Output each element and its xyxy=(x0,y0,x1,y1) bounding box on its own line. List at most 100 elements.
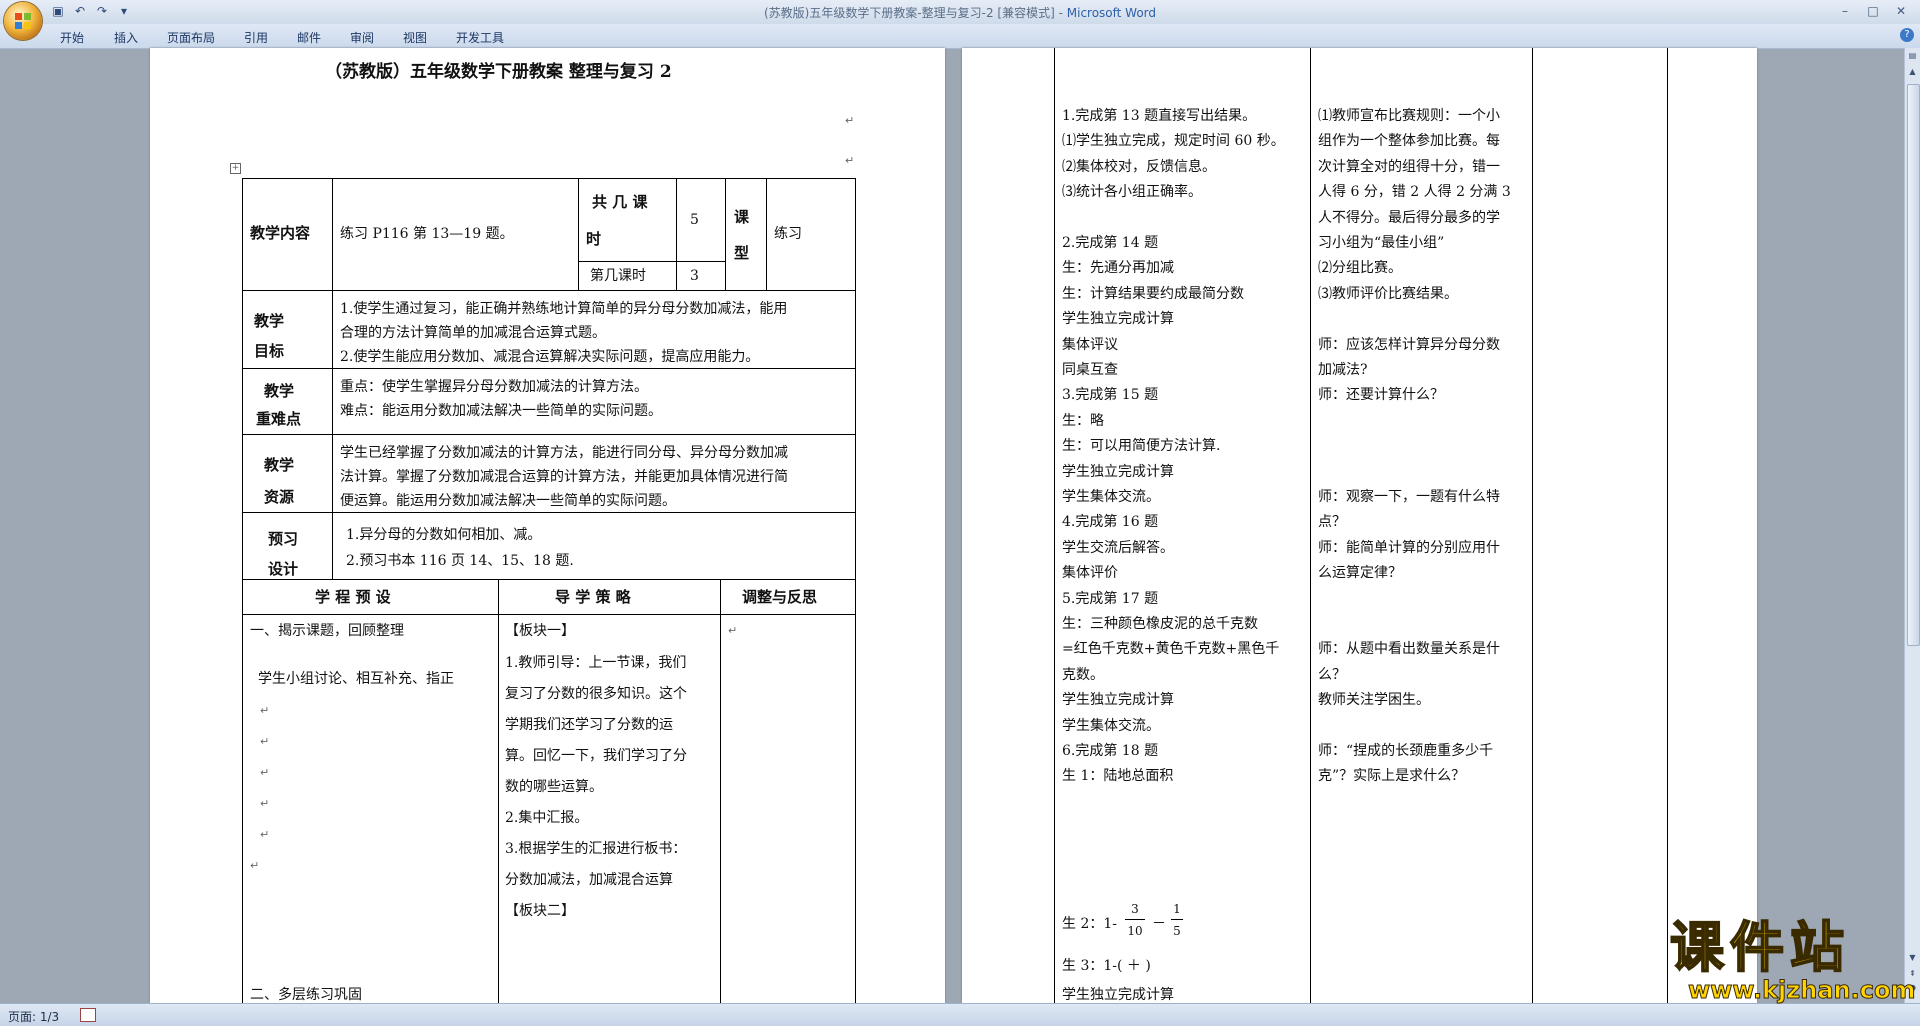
guide-line: 师：还要计算什么？ xyxy=(1318,387,1444,404)
key-points-label: 教学 xyxy=(264,382,295,400)
guide-line: 师：观察一下，一题有什么特 xyxy=(1318,489,1500,505)
guide-line: 算。回忆一下，我们学习了分 xyxy=(505,748,687,764)
table-border xyxy=(242,368,855,369)
lesson-number-value: 3 xyxy=(690,268,699,284)
maximize-button[interactable]: □ xyxy=(1860,2,1886,20)
fraction-1-denominator: 10 xyxy=(1127,924,1143,938)
process-line: 生：三种颜色橡皮泥的总千克数 xyxy=(1062,616,1258,632)
preview-label: 预习 xyxy=(268,530,299,548)
table-move-handle-icon[interactable]: + xyxy=(230,163,241,174)
watermark-url: www.kjzhan.com xyxy=(1687,976,1916,1005)
page-count[interactable]: 页面: 1/3 xyxy=(8,1008,59,1025)
guide-line: 组作为一个整体参加比赛。每 xyxy=(1318,133,1500,150)
guide-line: ⑶教师评价比赛结果。 xyxy=(1318,285,1458,302)
paragraph-mark: ↵ xyxy=(845,114,855,127)
title-bar: ▣ ↶ ↷ ▾ (苏教版)五年级数学下册教案-整理与复习-2 [兼容模式] - … xyxy=(0,0,1920,25)
proofing-status-icon[interactable] xyxy=(80,1008,96,1022)
goal-line: 合理的方法计算简单的加减混合运算式题。 xyxy=(340,325,606,341)
lesson-type-label: 课 xyxy=(734,208,750,226)
guide-header: 导 学 策 略 xyxy=(555,588,631,606)
lesson-type-value: 练习 xyxy=(774,226,802,242)
process-line: 学生集体交流。 xyxy=(1062,489,1160,505)
process-line: 学生独立完成计算 xyxy=(1062,463,1174,480)
paragraph-mark: ↵ xyxy=(250,859,260,872)
guide-line: 人不得分。最后得分最多的学 xyxy=(1318,209,1500,226)
process-line: 学生小组讨论、相互补充、指正 xyxy=(258,671,454,687)
site-watermark-logo: 课件站 www.kjzhan.com xyxy=(1669,917,1916,1005)
tab-references[interactable]: 引用 xyxy=(244,29,268,46)
tab-mailings[interactable]: 邮件 xyxy=(297,29,321,46)
tab-page-layout[interactable]: 页面布局 xyxy=(167,29,215,46)
guide-line: 人得 6 分，错 2 人得 2 分满 3 xyxy=(1318,184,1511,201)
guide-line: 教师关注学困生。 xyxy=(1318,692,1430,709)
help-icon[interactable]: ? xyxy=(1900,28,1914,42)
guide-line: 【板块二】 xyxy=(505,903,575,919)
document-title: (苏教版)五年级数学下册教案-整理与复习-2 [兼容模式] - xyxy=(763,6,1067,20)
app-name: Microsoft Word xyxy=(1066,6,1157,20)
scroll-up-icon[interactable]: ▲ xyxy=(1907,66,1918,78)
process-line: 生 3：1-( ＋ ) xyxy=(1062,958,1151,974)
ruler-toggle-icon[interactable]: ▤ xyxy=(1907,50,1918,62)
lesson-type-label-2: 型 xyxy=(734,244,750,262)
guide-line: 点？ xyxy=(1318,514,1346,531)
office-logo-icon xyxy=(15,13,31,29)
guide-line: 么运算定律？ xyxy=(1318,565,1402,582)
goal-label: 教学 xyxy=(254,312,285,330)
table-border xyxy=(242,178,243,1003)
lesson-number-label: 第几课时 xyxy=(590,268,646,284)
office-button[interactable] xyxy=(4,2,42,40)
document-page-1: （苏教版）五年级数学下册教案 整理与复习 2 ↵ ↵ + 教学内容 练习 P11… xyxy=(150,48,945,1003)
process-line: 3.完成第 15 题 xyxy=(1062,387,1159,404)
total-lessons-value: 5 xyxy=(690,212,699,228)
process-line: 学生独立完成计算 xyxy=(1062,311,1174,328)
guide-line: 师：能简单计算的分别应用什 xyxy=(1318,539,1500,556)
process-line: ⑵集体校对，反馈信息。 xyxy=(1062,158,1216,175)
preview-line: 2.预习书本 116 页 14、15、18 题. xyxy=(346,553,574,569)
scroll-thumb[interactable] xyxy=(1907,84,1920,646)
guide-line: 师：“捏成的长颈鹿重多少千 xyxy=(1318,743,1494,759)
guide-line: 分数加减法，加减混合运算 xyxy=(505,872,673,888)
guide-line: 学期我们还学习了分数的运 xyxy=(505,717,673,733)
fraction-2-denominator: 5 xyxy=(1173,924,1181,938)
guide-line: 师：应该怎样计算异分母分数 xyxy=(1318,336,1500,353)
fraction-1-bar xyxy=(1125,919,1145,920)
table-border xyxy=(242,434,855,435)
close-button[interactable]: ✕ xyxy=(1888,2,1914,20)
table-border xyxy=(720,579,721,1003)
table-border xyxy=(332,178,333,579)
teaching-content-value: 练习 P116 第 13—19 题。 xyxy=(340,226,514,242)
paragraph-mark: ↵ xyxy=(260,735,270,748)
scroll-down-icon[interactable]: ▼ xyxy=(1907,952,1918,964)
fraction-2-bar xyxy=(1171,919,1183,920)
process-line: 生 1：陆地总面积 xyxy=(1062,768,1174,785)
guide-line: 3.根据学生的汇报进行板书： xyxy=(505,841,687,857)
tab-developer[interactable]: 开发工具 xyxy=(456,29,504,46)
preview-label-2: 设计 xyxy=(268,560,299,578)
paragraph-mark: ↵ xyxy=(260,797,270,810)
tab-review[interactable]: 审阅 xyxy=(350,29,374,46)
process-line: 5.完成第 17 题 xyxy=(1062,590,1159,607)
fraction-1-numerator: 3 xyxy=(1131,902,1139,916)
tab-insert[interactable]: 插入 xyxy=(114,29,138,46)
paragraph-mark: ↵ xyxy=(260,766,270,779)
preview-line: 1.异分母的分数如何相加、减。 xyxy=(346,527,542,543)
process-line: 生：先通分再加减 xyxy=(1062,260,1174,277)
table-border xyxy=(1310,48,1311,1003)
guide-line: 克”？实际上是求什么？ xyxy=(1318,768,1466,785)
guide-line: 1.教师引导：上一节课，我们 xyxy=(505,655,687,671)
vertical-scrollbar[interactable]: ▤ ▲ ▼ ⇞ ● xyxy=(1904,48,1920,1003)
resources-line: 学生已经掌握了分数加减法的计算方法，能进行同分母、异分母分数加减 xyxy=(340,445,788,461)
minimize-button[interactable]: – xyxy=(1832,2,1858,20)
table-border xyxy=(242,178,855,179)
tab-view[interactable]: 视图 xyxy=(403,29,427,46)
process-line: 生：计算结果要约成最简分数 xyxy=(1062,285,1244,302)
paragraph-mark: ↵ xyxy=(260,828,270,841)
paragraph-mark: ↵ xyxy=(260,704,270,717)
goal-line: 2.使学生能应用分数加、减混合运算解决实际问题，提高应用能力。 xyxy=(340,349,760,365)
total-lessons-label: 共 几 课 xyxy=(592,193,648,211)
table-border xyxy=(242,579,855,580)
tab-home[interactable]: 开始 xyxy=(60,29,84,46)
fraction-line-prefix: 生 2：1- xyxy=(1062,916,1117,932)
guide-line: ⑴教师宣布比赛规则：一个小 xyxy=(1318,108,1500,124)
document-heading: （苏教版）五年级数学下册教案 整理与复习 2 xyxy=(325,62,672,82)
